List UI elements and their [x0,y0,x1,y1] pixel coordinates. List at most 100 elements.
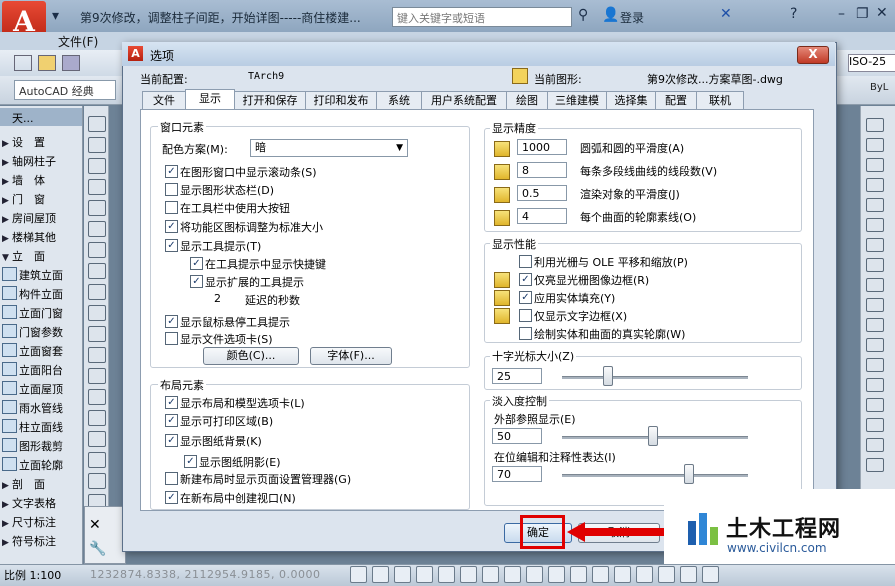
crosshair-size-input[interactable]: 25 [492,368,542,384]
modify-tool-icon[interactable] [866,198,884,212]
checkbox[interactable]: ✓ [165,165,178,178]
modify-tool-icon[interactable] [866,278,884,292]
help-icon[interactable]: ? [790,6,797,22]
login-link[interactable]: 登录 [620,9,644,26]
bylayer-select[interactable]: ByL [870,82,888,93]
tab-item[interactable]: 打印和发布 [305,91,377,110]
tab-item[interactable]: 文件 [142,91,186,110]
resolution-input[interactable]: 8 [517,162,567,178]
draw-tool-icon[interactable] [88,452,106,468]
modify-tool-icon[interactable] [866,318,884,332]
modify-tool-icon[interactable] [866,438,884,452]
modify-tool-icon[interactable] [866,458,884,472]
tab-item[interactable]: 用户系统配置 [421,91,507,110]
checkbox[interactable] [165,472,178,485]
checkbox[interactable]: ✓ [519,291,532,304]
new-file-icon[interactable] [14,55,32,71]
palette-item[interactable]: ▼ 立 面 [2,248,80,265]
checkbox[interactable]: ✓ [165,491,178,504]
tab-item[interactable]: 绘图 [506,91,548,110]
draw-tool-icon[interactable] [88,158,106,174]
status-toggle-icon[interactable] [702,566,719,583]
tab-item[interactable]: 配置 [655,91,697,110]
modify-tool-icon[interactable] [866,298,884,312]
draw-tool-icon[interactable] [88,389,106,405]
tab-item[interactable]: 三维建模 [547,91,607,110]
checkbox[interactable]: ✓ [165,396,178,409]
modify-tool-icon[interactable] [866,358,884,372]
tab-item[interactable]: 选择集 [606,91,656,110]
status-toggle-icon[interactable] [416,566,433,583]
status-toggle-icon[interactable] [548,566,565,583]
menu-file[interactable]: 文件(F) [58,33,98,50]
workspace-select[interactable]: AutoCAD 经典 [14,80,116,100]
palette-item[interactable]: ▶ 文字表格 [2,495,80,512]
dialog-close-button[interactable]: X [797,46,829,64]
status-toggle-icon[interactable] [394,566,411,583]
palette-item[interactable]: 雨水管线 [2,400,80,417]
checkbox[interactable] [519,327,532,340]
checkbox[interactable]: ✓ [165,220,178,233]
status-toggle-icon[interactable] [636,566,653,583]
draw-tool-icon[interactable] [88,305,106,321]
draw-tool-icon[interactable] [88,263,106,279]
checkbox[interactable]: ✓ [519,273,532,286]
palette-item[interactable]: 立面门窗 [2,305,80,322]
palette-item[interactable]: ▶ 符号标注 [2,533,80,550]
minimize-icon[interactable]: – [838,6,845,22]
draw-tool-icon[interactable] [88,284,106,300]
draw-tool-icon[interactable] [88,410,106,426]
status-toggle-icon[interactable] [350,566,367,583]
crosshair-slider-thumb[interactable] [603,366,613,386]
quick-access-dropdown-icon[interactable]: ▾ [52,8,59,24]
palette-item[interactable]: ▶ 轴网柱子 [2,153,80,170]
draw-tool-icon[interactable] [88,326,106,342]
open-file-icon[interactable] [38,55,56,71]
modify-tool-icon[interactable] [866,238,884,252]
draw-tool-icon[interactable] [88,221,106,237]
draw-tool-icon[interactable] [88,137,106,153]
modify-tool-icon[interactable] [866,378,884,392]
palette-item[interactable]: ▶ 尺寸标注 [2,514,80,531]
palette-item[interactable]: ▶ 门 窗 [2,191,80,208]
draw-tool-icon[interactable] [88,200,106,216]
palette-item[interactable]: ▶ 房间屋顶 [2,210,80,227]
draw-tool-icon[interactable] [88,179,106,195]
fonts-button[interactable]: 字体(F)... [310,347,392,365]
modify-tool-icon[interactable] [866,218,884,232]
dim-style-select[interactable]: ISO-25 [848,54,895,72]
tooltip-delay-input[interactable]: 2 [210,291,240,307]
draw-tool-icon[interactable] [88,431,106,447]
xref-fade-input[interactable]: 50 [492,428,542,444]
status-toggle-icon[interactable] [570,566,587,583]
status-toggle-icon[interactable] [592,566,609,583]
checkbox[interactable] [519,309,532,322]
checkbox[interactable] [165,332,178,345]
colors-button[interactable]: 颜色(C)... [203,347,299,365]
status-toggle-icon[interactable] [438,566,455,583]
tab-item[interactable]: 系统 [376,91,422,110]
status-toggle-icon[interactable] [372,566,389,583]
tab-item[interactable]: 显示 [185,89,235,111]
modify-tool-icon[interactable] [866,178,884,192]
checkbox[interactable]: ✓ [190,275,203,288]
draw-tool-icon[interactable] [88,473,106,489]
resolution-input[interactable]: 0.5 [517,185,567,201]
exchange-icon[interactable]: ✕ [720,6,732,22]
binoculars-icon[interactable]: ⚲ [578,7,588,23]
checkbox[interactable] [165,183,178,196]
palette-item[interactable]: ▶ 墙 体 [2,172,80,189]
status-toggle-icon[interactable] [526,566,543,583]
color-scheme-select[interactable]: 暗 ▼ [250,139,408,157]
checkbox[interactable]: ✓ [165,414,178,427]
palette-item[interactable]: 立面阳台 [2,362,80,379]
palette-item[interactable]: 建筑立面 [2,267,80,284]
restore-icon[interactable]: ❐ [856,6,869,22]
modify-tool-icon[interactable] [866,258,884,272]
wrench-icon[interactable]: 🔧 [89,541,106,557]
palette-item[interactable]: ▶ 楼梯其他 [2,229,80,246]
palette-item[interactable]: 图形裁剪 [2,438,80,455]
annotation-scale[interactable]: 比例 1:100 [4,567,61,583]
modify-tool-icon[interactable] [866,418,884,432]
search-input[interactable]: 键入关键字或短语 [392,7,572,27]
